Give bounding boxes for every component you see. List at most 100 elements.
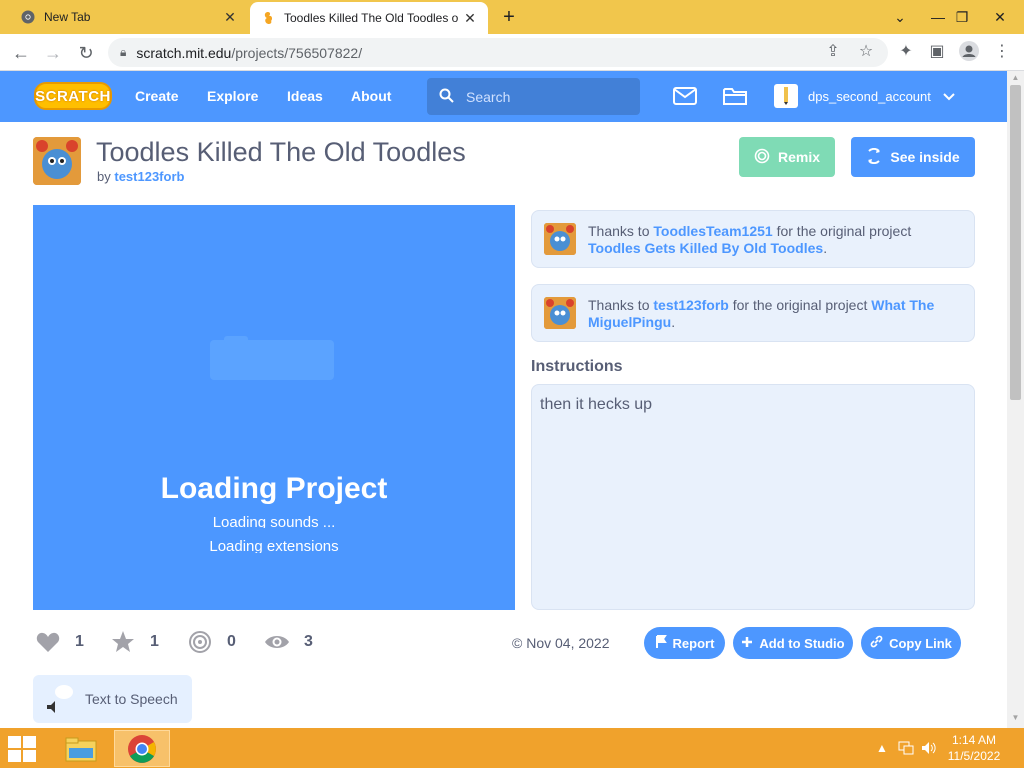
- scratch-icon: [260, 10, 276, 26]
- heart-icon: [35, 629, 61, 655]
- remix-icon: [754, 148, 770, 167]
- view-stat: 3: [264, 629, 313, 655]
- text-to-speech-extension[interactable]: Text to Speech: [33, 675, 192, 723]
- scroll-up-icon[interactable]: ▲: [1011, 73, 1020, 82]
- messages-icon[interactable]: [672, 84, 698, 108]
- copy-link-button[interactable]: Copy Link: [861, 627, 961, 659]
- see-inside-button[interactable]: See inside: [851, 137, 975, 177]
- profile-icon[interactable]: [956, 38, 982, 64]
- nav-ideas[interactable]: Ideas: [287, 88, 323, 104]
- instructions-text: then it hecks up: [531, 384, 975, 610]
- credit-project-link[interactable]: Toodles Gets Killed By Old Toodles: [588, 240, 823, 256]
- scratch-logo[interactable]: SCRATCH: [34, 82, 112, 110]
- username: dps_second_account: [808, 88, 931, 104]
- star-icon: [110, 629, 136, 655]
- project-date: © Nov 04, 2022: [512, 635, 610, 651]
- report-label: Report: [672, 635, 715, 651]
- restore-button[interactable]: ❐: [942, 0, 982, 34]
- add-to-studio-button[interactable]: Add to Studio: [733, 627, 853, 659]
- loading-message: Loading extensions: [209, 538, 339, 553]
- file-explorer-icon[interactable]: [53, 730, 109, 767]
- link-icon: [870, 635, 883, 651]
- tab-title: Toodles Killed The Old Toodles o: [284, 11, 459, 25]
- clock-time: 1:14 AM: [951, 733, 997, 747]
- back-button[interactable]: ←: [8, 40, 34, 66]
- url-path: /projects/756507822/: [231, 44, 363, 61]
- tab-new-tab[interactable]: New Tab ✕: [8, 0, 248, 34]
- search-placeholder: Search: [466, 88, 511, 105]
- reload-button[interactable]: ↻: [73, 40, 99, 66]
- favorite-stat[interactable]: 1: [110, 629, 159, 655]
- address-bar[interactable]: 🔒︎ scratch.mit.edu/projects/756507822/: [108, 38, 888, 67]
- scroll-down-icon[interactable]: ▼: [1011, 713, 1020, 722]
- forward-button[interactable]: →: [40, 40, 66, 66]
- see-inside-label: See inside: [890, 149, 960, 165]
- favorite-count: 1: [150, 633, 159, 650]
- avatar: [774, 84, 798, 108]
- credit-avatar[interactable]: [544, 223, 576, 255]
- page-scrollbar[interactable]: ▲ ▼: [1007, 71, 1024, 728]
- remix-count: 0: [227, 633, 236, 650]
- windows-start-icon[interactable]: [8, 736, 38, 762]
- nav-about[interactable]: About: [351, 88, 391, 104]
- project-page: Toodles Killed The Old Toodles by test12…: [0, 122, 1007, 728]
- close-window-button[interactable]: ✕: [980, 0, 1020, 34]
- my-stuff-folder-icon[interactable]: [722, 84, 748, 108]
- view-count: 3: [304, 633, 313, 650]
- url-host: scratch.mit.edu: [136, 44, 232, 61]
- extensions-icon[interactable]: ✦: [893, 38, 919, 64]
- see-inside-icon: [866, 147, 882, 167]
- speaker-icon: [45, 683, 77, 715]
- credit-user-link[interactable]: ToodlesTeam1251: [653, 223, 772, 239]
- remix-swirl-icon: [187, 629, 213, 655]
- chevron-down-icon: [943, 89, 955, 104]
- love-stat[interactable]: 1: [35, 629, 84, 655]
- credit-prefix: Thanks to: [588, 223, 650, 239]
- author-link[interactable]: test123forb: [114, 169, 184, 184]
- bookmark-star-icon[interactable]: ☆: [853, 38, 879, 64]
- eye-icon: [264, 629, 290, 655]
- love-count: 1: [75, 633, 84, 650]
- remix-stat: 0: [187, 629, 236, 655]
- nav-explore[interactable]: Explore: [207, 88, 258, 104]
- account-menu[interactable]: dps_second_account: [774, 84, 955, 108]
- scrollbar-thumb[interactable]: [1010, 85, 1021, 400]
- nav-create[interactable]: Create: [135, 88, 179, 104]
- tts-label: Text to Speech: [85, 691, 178, 707]
- project-stage[interactable]: Loading Project Loading sounds ... Loadi…: [33, 205, 515, 610]
- search-input[interactable]: Search: [427, 78, 640, 115]
- lock-icon: 🔒︎: [120, 45, 127, 59]
- side-panel-icon[interactable]: ▣: [924, 38, 950, 64]
- share-icon[interactable]: ⇪: [820, 38, 846, 64]
- network-icon[interactable]: [898, 728, 914, 768]
- chrome-taskbar-icon[interactable]: [114, 730, 170, 767]
- new-tab-button[interactable]: +: [498, 6, 520, 28]
- volume-icon[interactable]: [921, 728, 937, 768]
- tab-title: New Tab: [44, 10, 91, 24]
- copy-link-label: Copy Link: [889, 635, 952, 651]
- tab-scratch-project[interactable]: Toodles Killed The Old Toodles o ✕: [250, 2, 488, 34]
- browser-toolbar: ← → ↻ 🔒︎ scratch.mit.edu/projects/756507…: [0, 34, 1024, 71]
- project-author-avatar[interactable]: [33, 137, 81, 185]
- loading-title: Loading Project: [160, 472, 388, 505]
- tab-search-icon[interactable]: ⌄: [880, 0, 920, 34]
- tray-chevron-icon[interactable]: ▲: [876, 728, 888, 768]
- remix-credit: Thanks to test123forb for the original p…: [531, 284, 975, 342]
- by-label: by: [97, 169, 111, 184]
- report-button[interactable]: Report: [644, 627, 725, 659]
- remix-button[interactable]: Remix: [739, 137, 835, 177]
- credit-avatar[interactable]: [544, 297, 576, 329]
- credit-suffix: .: [823, 240, 828, 256]
- windows-taskbar: ▲ 1:14 AM 11/5/2022: [0, 728, 1024, 768]
- menu-icon[interactable]: ⋮: [989, 38, 1015, 64]
- close-tab-icon[interactable]: ✕: [220, 7, 240, 27]
- chrome-icon: [20, 9, 36, 25]
- close-tab-icon[interactable]: ✕: [460, 8, 480, 28]
- credit-prefix: Thanks to: [588, 297, 650, 313]
- page-title: Toodles Killed The Old Toodles: [96, 137, 466, 167]
- credit-user-link[interactable]: test123forb: [653, 297, 728, 313]
- credit-suffix: .: [671, 314, 676, 330]
- project-byline: by test123forb: [97, 169, 184, 184]
- taskbar-clock[interactable]: 1:14 AM 11/5/2022: [942, 732, 1006, 764]
- credit-middle: for the original project: [776, 223, 912, 239]
